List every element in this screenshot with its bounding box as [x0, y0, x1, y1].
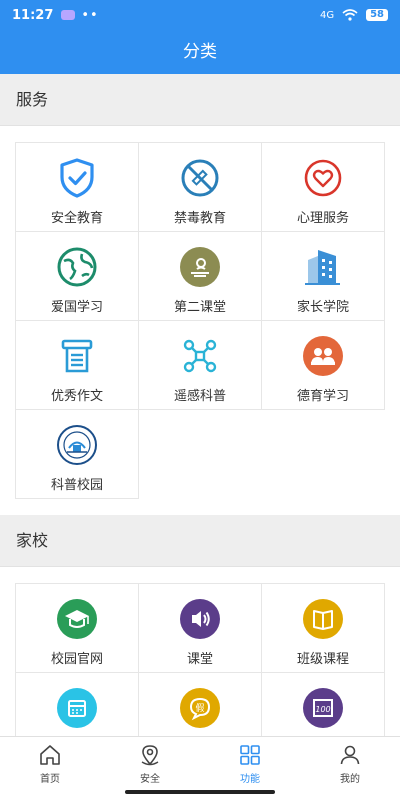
classroom-icon: [180, 247, 220, 287]
svg-text:假: 假: [195, 703, 204, 714]
grid-item-leave[interactable]: 假: [139, 673, 262, 736]
grid-item-label: 爱国学习: [50, 300, 103, 315]
grid-item-psychology[interactable]: 心理服务: [262, 143, 385, 232]
tab-label: 首页: [40, 774, 60, 785]
app-notification-icon: [61, 10, 76, 20]
tab-home[interactable]: 首页: [0, 737, 100, 800]
grid-item-label: 优秀作文: [50, 389, 103, 404]
speaker-icon: [180, 599, 220, 639]
grid-item-calendar[interactable]: [16, 673, 139, 736]
section-header-service: 服务: [0, 74, 400, 126]
home-indicator[interactable]: [125, 790, 275, 794]
people-icon: [303, 336, 343, 376]
grid-item-campus-website[interactable]: 校园官网: [16, 584, 139, 673]
tab-label: 功能: [240, 774, 260, 785]
document-icon: [61, 339, 93, 373]
grid-item-patriotic[interactable]: 爱国学习: [16, 232, 139, 321]
service-grid: 安全教育 禁毒教育 心理服务 爱国学习 第二课堂 家长学院 优秀作文 遥感科普 …: [15, 142, 385, 499]
content-scroll[interactable]: 服务 安全教育 禁毒教育 心理服务 爱国学习 第二课堂 家长学院 优秀作文 遥感…: [0, 74, 400, 736]
grid-item-remote-sensing[interactable]: 遥感科普: [139, 321, 262, 410]
tab-label: 我的: [340, 774, 360, 785]
grid-item-label: 安全教育: [50, 211, 103, 226]
status-right: 4G 58: [320, 9, 388, 21]
page-title: 分类: [0, 30, 400, 74]
grid-item-essays[interactable]: 优秀作文: [16, 321, 139, 410]
svg-text:100: 100: [315, 705, 330, 714]
graduation-cap-icon: [57, 599, 97, 639]
grid-item-label: 班级课程: [296, 652, 349, 667]
score-icon: 100: [303, 688, 343, 728]
grid-item-classroom[interactable]: 课堂: [139, 584, 262, 673]
grid-item-label: 科普校园: [50, 478, 103, 493]
calendar-icon: [57, 688, 97, 728]
section-header-home-school: 家校: [0, 515, 400, 567]
battery-indicator: 58: [366, 9, 388, 21]
drone-icon: [183, 339, 217, 373]
school-logo-icon: [57, 425, 97, 465]
globe-icon: [57, 247, 97, 287]
heart-icon: [304, 159, 342, 197]
tab-mine[interactable]: 我的: [300, 737, 400, 800]
section-body-home-school: 校园官网 课堂 班级课程 假 100: [0, 567, 400, 736]
status-bar: 11:27 •• 4G 58: [0, 0, 400, 30]
grid-item-parent-academy[interactable]: 家长学院: [262, 232, 385, 321]
building-icon: [305, 250, 340, 285]
grid-item-label: 校园官网: [50, 652, 103, 667]
no-syringe-icon: [181, 159, 219, 197]
grid-item-label: 禁毒教育: [173, 211, 226, 226]
grid-item-label: 心理服务: [296, 211, 349, 226]
grid-item-label: 课堂: [186, 652, 213, 667]
grid-item-moral-education[interactable]: 德育学习: [262, 321, 385, 410]
grid-icon: [240, 745, 260, 765]
signal-indicator: 4G: [319, 9, 335, 21]
grid-item-score[interactable]: 100: [262, 673, 385, 736]
grid-item-label: 第二课堂: [173, 300, 226, 315]
grid-item-safety-education[interactable]: 安全教育: [16, 143, 139, 232]
home-school-grid: 校园官网 课堂 班级课程 假 100: [15, 583, 385, 736]
shield-check-icon: [60, 158, 94, 198]
person-icon: [340, 745, 360, 765]
status-dots: ••: [81, 7, 99, 23]
grid-item-second-class[interactable]: 第二课堂: [139, 232, 262, 321]
book-icon: [303, 599, 343, 639]
location-icon: [141, 745, 159, 766]
grid-item-class-course[interactable]: 班级课程: [262, 584, 385, 673]
home-icon: [40, 745, 60, 765]
wifi-icon: [342, 9, 358, 21]
status-time: 11:27: [12, 7, 54, 23]
grid-item-label: 德育学习: [296, 389, 349, 404]
grid-item-science-campus[interactable]: 科普校园: [16, 410, 139, 499]
section-body-service: 安全教育 禁毒教育 心理服务 爱国学习 第二课堂 家长学院 优秀作文 遥感科普 …: [0, 126, 400, 515]
grid-item-anti-drug[interactable]: 禁毒教育: [139, 143, 262, 232]
leave-icon: 假: [180, 688, 220, 728]
grid-item-label: 家长学院: [296, 300, 349, 315]
grid-item-label: 遥感科普: [173, 389, 226, 404]
tab-label: 安全: [140, 774, 160, 785]
